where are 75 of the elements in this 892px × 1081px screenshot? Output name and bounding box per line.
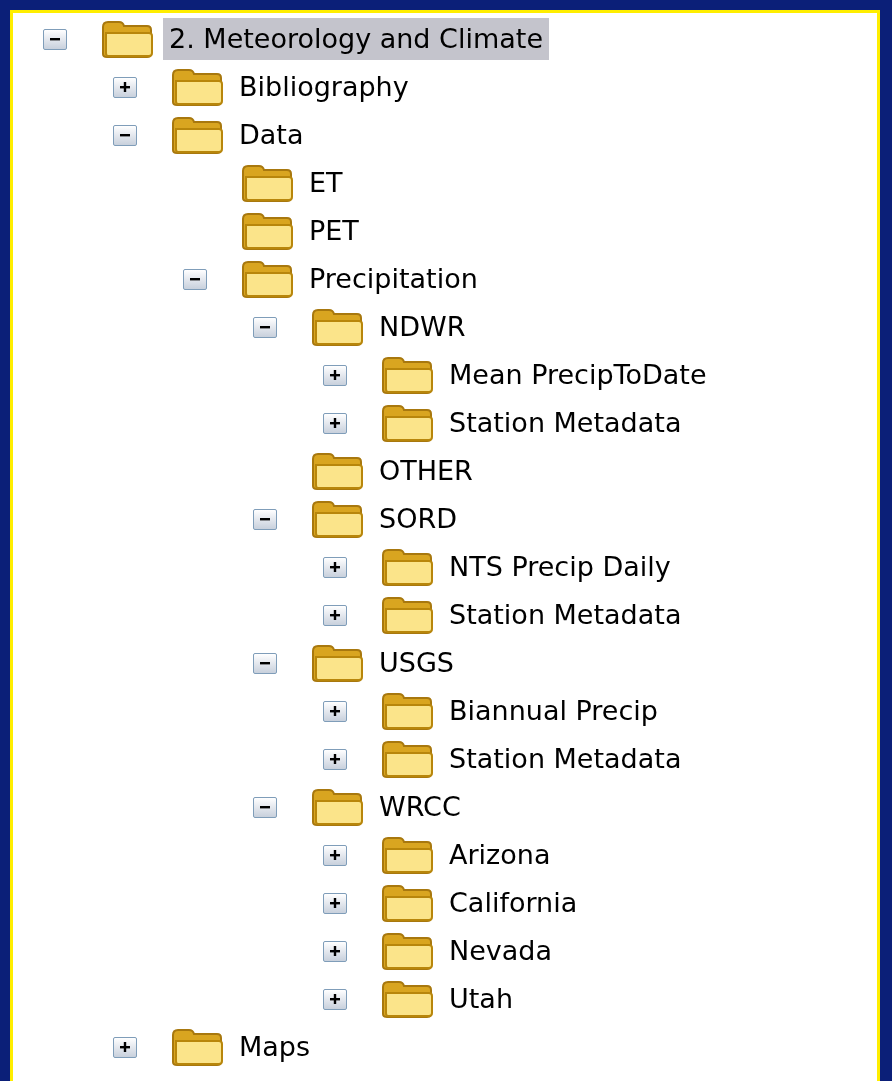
tree-item[interactable]: Precipitation bbox=[303, 258, 484, 300]
folder-icon bbox=[309, 451, 365, 491]
folder-icon bbox=[379, 883, 435, 923]
expand-toggle[interactable] bbox=[323, 988, 347, 1010]
plus-icon bbox=[329, 993, 341, 1005]
folder-icon bbox=[379, 547, 435, 587]
expand-toggle[interactable] bbox=[323, 700, 347, 722]
plus-icon bbox=[329, 705, 341, 717]
tree-item[interactable]: USGS bbox=[373, 642, 460, 684]
folder-icon bbox=[309, 787, 365, 827]
tree-item[interactable]: Station Metadata bbox=[443, 402, 688, 444]
folder-icon bbox=[309, 499, 365, 539]
collapse-toggle[interactable] bbox=[113, 124, 137, 146]
collapse-toggle[interactable] bbox=[253, 508, 277, 530]
tree-item[interactable]: Biannual Precip bbox=[443, 690, 664, 732]
folder-icon bbox=[169, 67, 225, 107]
folder-icon bbox=[379, 691, 435, 731]
folder-icon bbox=[379, 931, 435, 971]
tree-item[interactable]: Station Metadata bbox=[443, 738, 688, 780]
tree-item[interactable]: Station Metadata bbox=[443, 594, 688, 636]
tree-item[interactable]: Nevada bbox=[443, 930, 559, 972]
expand-toggle[interactable] bbox=[323, 364, 347, 386]
folder-icon bbox=[379, 739, 435, 779]
tree-item[interactable]: OTHER bbox=[373, 450, 479, 492]
folder-icon bbox=[379, 355, 435, 395]
tree-item[interactable]: PET bbox=[303, 210, 365, 252]
tree-item[interactable]: Arizona bbox=[443, 834, 557, 876]
collapse-toggle[interactable] bbox=[253, 652, 277, 674]
expand-toggle[interactable] bbox=[323, 844, 347, 866]
plus-icon bbox=[329, 945, 341, 957]
expand-toggle[interactable] bbox=[113, 76, 137, 98]
collapse-toggle[interactable] bbox=[43, 28, 67, 50]
expand-toggle[interactable] bbox=[113, 1036, 137, 1058]
plus-icon bbox=[329, 897, 341, 909]
plus-icon bbox=[329, 561, 341, 573]
tree-item[interactable]: 2. Meteorology and Climate bbox=[163, 18, 549, 60]
expand-toggle[interactable] bbox=[323, 748, 347, 770]
folder-icon bbox=[239, 259, 295, 299]
plus-icon bbox=[329, 609, 341, 621]
expand-toggle[interactable] bbox=[323, 604, 347, 626]
tree-item[interactable]: Data bbox=[233, 114, 310, 156]
tree-item[interactable]: California bbox=[443, 882, 584, 924]
plus-icon bbox=[119, 1041, 131, 1053]
folder-icon bbox=[239, 211, 295, 251]
tree-item[interactable]: WRCC bbox=[373, 786, 467, 828]
folder-icon bbox=[379, 835, 435, 875]
folder-icon bbox=[379, 979, 435, 1019]
plus-icon bbox=[119, 81, 131, 93]
folder-icon bbox=[309, 307, 365, 347]
folder-icon bbox=[379, 403, 435, 443]
expand-toggle[interactable] bbox=[323, 556, 347, 578]
plus-icon bbox=[329, 849, 341, 861]
plus-icon bbox=[329, 369, 341, 381]
tree-item[interactable]: NDWR bbox=[373, 306, 472, 348]
tree-item[interactable]: Utah bbox=[443, 978, 519, 1020]
tree-item[interactable]: NTS Precip Daily bbox=[443, 546, 677, 588]
collapse-toggle[interactable] bbox=[183, 268, 207, 290]
tree-item[interactable]: Mean PrecipToDate bbox=[443, 354, 713, 396]
folder-icon bbox=[169, 1027, 225, 1067]
folder-icon bbox=[99, 19, 155, 59]
folder-icon bbox=[239, 163, 295, 203]
tree-item[interactable]: Bibliography bbox=[233, 66, 415, 108]
expand-toggle[interactable] bbox=[323, 412, 347, 434]
folder-icon bbox=[169, 115, 225, 155]
tree-item[interactable]: Maps bbox=[233, 1026, 317, 1068]
tree-item[interactable]: ET bbox=[303, 162, 349, 204]
folder-icon bbox=[379, 595, 435, 635]
plus-icon bbox=[329, 753, 341, 765]
plus-icon bbox=[329, 417, 341, 429]
collapse-toggle[interactable] bbox=[253, 316, 277, 338]
collapse-toggle[interactable] bbox=[253, 796, 277, 818]
tree-item[interactable]: SORD bbox=[373, 498, 463, 540]
expand-toggle[interactable] bbox=[323, 940, 347, 962]
expand-toggle[interactable] bbox=[323, 892, 347, 914]
folder-icon bbox=[309, 643, 365, 683]
